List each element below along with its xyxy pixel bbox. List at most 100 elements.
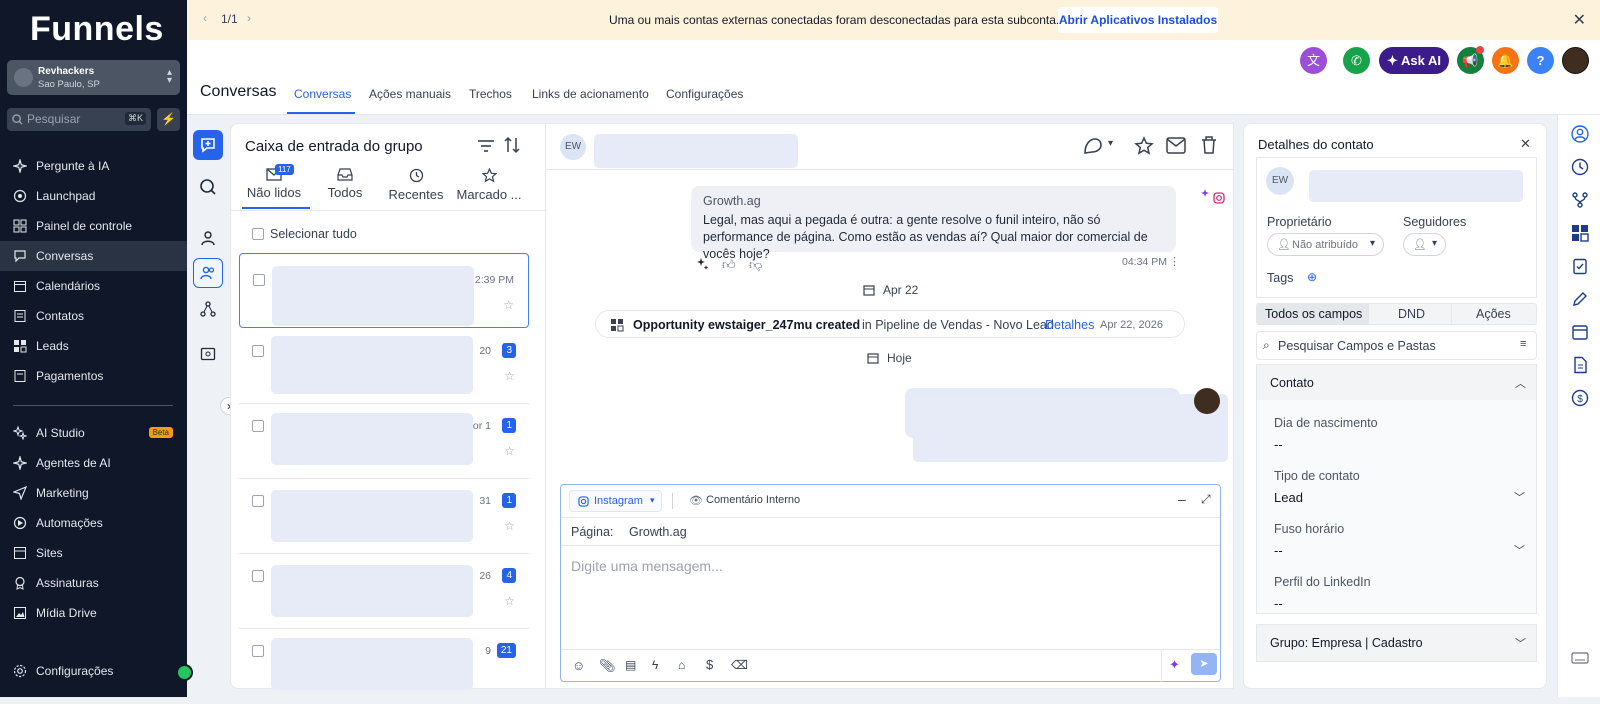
sidebar-item-assinaturas[interactable]: Assinaturas bbox=[0, 568, 187, 598]
account-switcher[interactable]: Revhackers Sao Paulo, SP ▴ ▾ bbox=[7, 60, 180, 95]
keyboard-icon[interactable] bbox=[1571, 649, 1589, 667]
star-icon[interactable] bbox=[1134, 136, 1154, 156]
sidebar-item-automacoes[interactable]: Automações bbox=[0, 508, 187, 538]
row-checkbox[interactable] bbox=[252, 345, 264, 357]
tab-trechos[interactable]: Trechos bbox=[469, 87, 512, 101]
sidebar-item-sites[interactable]: Sites bbox=[0, 538, 187, 568]
calendar-icon[interactable] bbox=[1571, 323, 1589, 341]
birthday-value[interactable]: -- bbox=[1274, 437, 1283, 452]
open-installed-apps-button[interactable]: Abrir Aplicativos Instalados bbox=[1058, 7, 1218, 33]
bolt-icon[interactable]: ϟ bbox=[652, 658, 658, 672]
bell-icon[interactable]: 🔔 bbox=[1492, 47, 1519, 74]
dollar-icon[interactable]: $ bbox=[706, 657, 713, 672]
tab-links-acionamento[interactable]: Links de acionamento bbox=[532, 87, 649, 101]
tab-acoes[interactable]: Ações bbox=[1476, 307, 1511, 321]
close-icon[interactable]: ✕ bbox=[1573, 10, 1586, 30]
thumbs-down-icon[interactable]: 👎︎ bbox=[749, 257, 762, 273]
select-all-checkbox[interactable] bbox=[252, 228, 264, 240]
conversation-row[interactable]: 31 1 ☆ bbox=[239, 480, 529, 554]
call-status-icon[interactable] bbox=[1082, 136, 1104, 156]
sidebar-search[interactable]: Pesquisar ⌘K bbox=[7, 108, 151, 131]
row-checkbox[interactable] bbox=[252, 420, 264, 432]
sidebar-item-ai-studio[interactable]: AI Studio Beta bbox=[0, 418, 187, 448]
contact-type-select[interactable]: Lead bbox=[1274, 490, 1303, 505]
search-conversations-button[interactable] bbox=[193, 172, 223, 202]
opportunities-icon[interactable] bbox=[1571, 224, 1589, 242]
trash-icon[interactable] bbox=[1200, 135, 1218, 155]
tab-recentes[interactable]: Recentes bbox=[380, 168, 452, 202]
close-icon[interactable]: ✕ bbox=[1520, 136, 1531, 152]
attachment-icon[interactable]: 📎︎ bbox=[599, 658, 616, 674]
user-avatar[interactable] bbox=[1562, 47, 1589, 74]
conversation-row[interactable]: 20 3 ☆ bbox=[239, 330, 529, 404]
conversation-row[interactable]: 9 21 bbox=[239, 630, 529, 704]
sidebar-item-conversas[interactable]: Conversas bbox=[0, 241, 187, 271]
conversation-row[interactable]: 26 4 ☆ bbox=[239, 555, 529, 629]
contact-section-header[interactable]: Contato ︿ bbox=[1256, 364, 1537, 401]
sidebar-item-launchpad[interactable]: Launchpad bbox=[0, 181, 187, 211]
contact-profile-icon[interactable] bbox=[1571, 125, 1589, 143]
workflow-icon[interactable] bbox=[1571, 191, 1589, 209]
row-checkbox[interactable] bbox=[252, 570, 264, 582]
row-checkbox[interactable] bbox=[253, 274, 265, 286]
document-icon[interactable]: ▤ bbox=[625, 658, 636, 672]
sidebar-item-leads[interactable]: Leads bbox=[0, 331, 187, 361]
emoji-icon[interactable]: ☺ bbox=[572, 658, 585, 673]
followers-select[interactable]: 👤︎ ▾ bbox=[1403, 233, 1446, 256]
sidebar-item-agentes-ai[interactable]: Agentes de AI bbox=[0, 448, 187, 478]
thumbs-up-icon[interactable]: 👍︎ bbox=[722, 257, 736, 273]
tag-icon[interactable]: ⌂ bbox=[678, 658, 685, 672]
workflow-button[interactable] bbox=[193, 294, 223, 324]
tab-acoes-manuais[interactable]: Ações manuais bbox=[369, 87, 451, 101]
conversation-row[interactable]: 2:39 PM ☆ bbox=[239, 253, 529, 328]
send-button[interactable]: ➤ bbox=[1191, 653, 1217, 675]
filter-icon[interactable]: ≡ bbox=[1520, 338, 1526, 350]
star-icon[interactable]: ☆ bbox=[504, 369, 515, 383]
event-details-link[interactable]: Detalhes bbox=[1045, 318, 1094, 332]
team-inbox-button[interactable] bbox=[193, 258, 223, 288]
new-chat-button[interactable] bbox=[193, 130, 223, 160]
sidebar-item-calendarios[interactable]: Calendários bbox=[0, 271, 187, 301]
fields-search[interactable]: ⌕ Pesquisar Campos e Pastas ≡ bbox=[1256, 331, 1537, 360]
chevron-left-icon[interactable]: ‹ bbox=[203, 11, 207, 25]
linkedin-value[interactable]: -- bbox=[1274, 596, 1283, 611]
tab-dnd[interactable]: DND bbox=[1398, 307, 1425, 321]
broadcast-button[interactable] bbox=[193, 339, 223, 369]
message-input[interactable]: Digite uma mensagem... bbox=[571, 558, 723, 574]
tab-todos[interactable]: Todos bbox=[309, 168, 381, 200]
expand-icon[interactable]: ⤢ bbox=[1201, 492, 1211, 507]
tab-marcado[interactable]: Marcado ... bbox=[453, 168, 525, 202]
tab-conversas[interactable]: Conversas bbox=[294, 87, 351, 101]
conversation-row[interactable]: or 1 1 ☆ bbox=[239, 405, 529, 479]
chevron-down-icon[interactable]: ▾ bbox=[1108, 138, 1113, 149]
help-icon[interactable]: ? bbox=[1527, 47, 1554, 74]
sidebar-item-marketing[interactable]: Marketing bbox=[0, 478, 187, 508]
minimize-icon[interactable]: – bbox=[1178, 491, 1186, 507]
document-icon[interactable] bbox=[1571, 356, 1589, 374]
clear-icon[interactable]: ⌫ bbox=[731, 658, 748, 672]
star-icon[interactable]: ☆ bbox=[504, 594, 515, 608]
my-conversations-button[interactable] bbox=[193, 223, 223, 253]
internal-comment-tab[interactable]: Comentário Interno bbox=[706, 494, 800, 506]
row-checkbox[interactable] bbox=[252, 495, 264, 507]
sidebar-item-dashboard[interactable]: Painel de controle bbox=[0, 211, 187, 241]
notes-pen-icon[interactable] bbox=[1571, 290, 1589, 308]
collapse-sidebar-button[interactable] bbox=[176, 664, 193, 681]
history-icon[interactable] bbox=[1571, 158, 1589, 176]
star-icon[interactable]: ☆ bbox=[503, 298, 514, 312]
star-icon[interactable]: ☆ bbox=[504, 519, 515, 533]
translate-icon[interactable]: 文 bbox=[1300, 47, 1327, 74]
sort-icon[interactable] bbox=[503, 136, 521, 154]
ai-sparkle-icon[interactable]: ✦ bbox=[1169, 657, 1180, 673]
phone-icon[interactable]: ✆ bbox=[1343, 47, 1370, 74]
channel-selector[interactable]: Instagram ▾ bbox=[569, 490, 662, 512]
tasks-icon[interactable] bbox=[1571, 257, 1589, 275]
sidebar-item-configuracoes[interactable]: Configurações bbox=[0, 656, 187, 686]
ai-reply-icon[interactable] bbox=[696, 257, 710, 271]
chevron-right-icon[interactable]: › bbox=[247, 11, 251, 25]
tab-todos-campos[interactable]: Todos os campos bbox=[1257, 304, 1369, 324]
quick-action-bolt-icon[interactable]: ⚡ bbox=[157, 108, 180, 131]
message-options-icon[interactable]: ⋮ bbox=[1169, 255, 1180, 268]
star-icon[interactable]: ☆ bbox=[504, 444, 515, 458]
filter-icon[interactable] bbox=[477, 138, 495, 154]
